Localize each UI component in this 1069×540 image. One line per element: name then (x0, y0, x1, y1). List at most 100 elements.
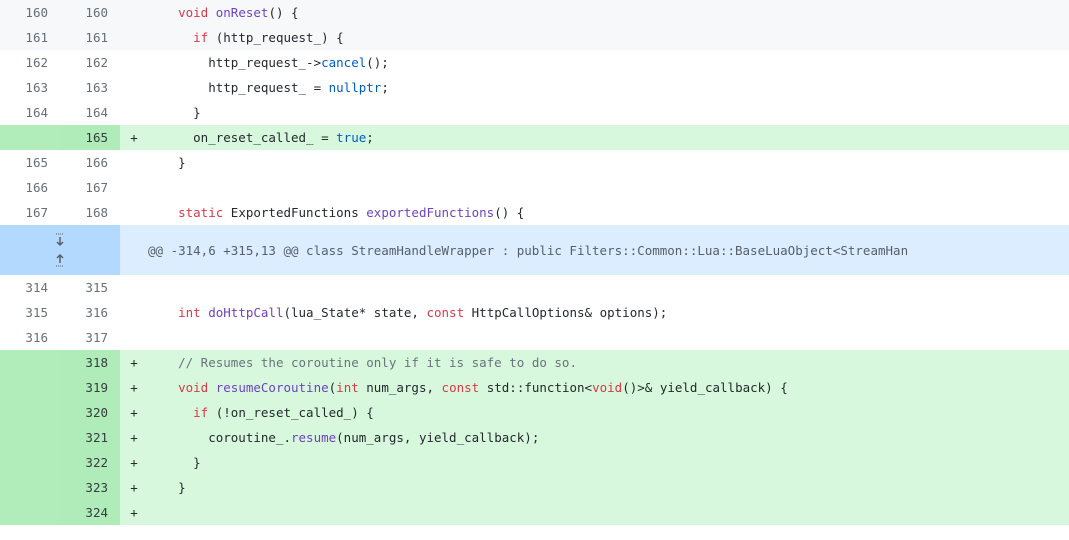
diff-marker (120, 200, 148, 225)
diff-hunk-bottom: 314 315 315 316 int doHttpCall(lua_State* s… (0, 275, 1069, 525)
code-token: on_reset_called_ = (148, 130, 337, 145)
new-line-number[interactable]: 165 (60, 125, 120, 150)
new-line-number[interactable]: 324 (60, 500, 120, 525)
new-line-number[interactable]: 164 (60, 100, 120, 125)
new-line-number[interactable]: 168 (60, 200, 120, 225)
code-token: (num_args, yield_callback); (336, 430, 540, 445)
diff-line-added: 322 + } (0, 450, 1069, 475)
diff-marker (120, 275, 148, 300)
old-line-number[interactable] (0, 500, 60, 525)
old-line-number[interactable]: 160 (0, 0, 60, 25)
code-token: std::function< (479, 380, 593, 395)
code-token: cancel (321, 55, 367, 70)
diff-line-context: 160 160 void onReset() { (0, 0, 1069, 25)
old-line-number[interactable] (0, 400, 60, 425)
diff-line-added: 318 + // Resumes the coroutine only if it… (0, 350, 1069, 375)
old-line-number[interactable] (0, 375, 60, 400)
diff-marker (120, 175, 148, 200)
diff-line-added: 323 + } (0, 475, 1069, 500)
code-line: static ExportedFunctions exportedFunctio… (148, 200, 1069, 225)
new-line-number[interactable]: 167 (60, 175, 120, 200)
diff-marker: + (120, 375, 148, 400)
new-line-number[interactable]: 323 (60, 475, 120, 500)
diff-hunk-top: 160 160 void onReset() {161 161 if (http_r… (0, 0, 1069, 225)
hunk-header-text: @@ -314,6 +315,13 @@ class StreamHandleW… (148, 242, 909, 258)
code-token: ()>& yield_callback) { (622, 380, 788, 395)
old-line-number[interactable] (0, 475, 60, 500)
new-line-number[interactable]: 166 (60, 150, 120, 175)
diff-line-added: 324 + (0, 500, 1069, 525)
old-line-number[interactable]: 316 (0, 325, 60, 350)
diff-line-context: 163 163 http_request_ = nullptr; (0, 75, 1069, 100)
old-line-number[interactable]: 315 (0, 300, 60, 325)
code-token: static (178, 205, 224, 220)
code-line: coroutine_.resume(num_args, yield_callba… (148, 425, 1069, 450)
old-line-number[interactable] (0, 350, 60, 375)
new-line-number[interactable]: 321 (60, 425, 120, 450)
code-token: int (178, 305, 201, 320)
code-token: ; (381, 80, 389, 95)
diff-marker (120, 25, 148, 50)
old-line-number[interactable]: 166 (0, 175, 60, 200)
code-line: } (148, 450, 1069, 475)
diff-line-context: 315 316 int doHttpCall(lua_State* state, … (0, 300, 1069, 325)
code-token: const (441, 380, 480, 395)
code-line: int doHttpCall(lua_State* state, const H… (148, 300, 1069, 325)
code-token: num_args, (358, 380, 442, 395)
old-line-number[interactable]: 167 (0, 200, 60, 225)
code-token: coroutine_. (148, 430, 291, 445)
new-line-number[interactable]: 161 (60, 25, 120, 50)
code-line: } (148, 475, 1069, 500)
old-line-number[interactable] (0, 125, 60, 150)
code-token: resumeCoroutine (215, 380, 329, 395)
diff-line-context: 165 166 } (0, 150, 1069, 175)
code-line (148, 500, 1069, 525)
diff-line-context: 314 315 (0, 275, 1069, 300)
old-line-number[interactable]: 161 (0, 25, 60, 50)
diff-marker (120, 300, 148, 325)
new-line-number[interactable]: 318 (60, 350, 120, 375)
diff-line-added: 320 + if (!on_reset_called_) { (0, 400, 1069, 425)
diff-line-added: 321 + coroutine_.resume(num_args, yield_c… (0, 425, 1069, 450)
code-token: } (148, 155, 186, 170)
diff-marker: + (120, 350, 148, 375)
code-line: } (148, 100, 1069, 125)
old-line-number[interactable] (0, 450, 60, 475)
code-line: void resumeCoroutine(int num_args, const… (148, 375, 1069, 400)
new-line-number[interactable]: 160 (60, 0, 120, 25)
new-line-number[interactable]: 317 (60, 325, 120, 350)
new-line-number[interactable]: 162 (60, 50, 120, 75)
code-token: HttpCallOptions& options); (464, 305, 668, 320)
old-line-number[interactable]: 314 (0, 275, 60, 300)
fold-down-icon[interactable] (53, 233, 67, 247)
new-line-number[interactable]: 320 (60, 400, 120, 425)
code-token: int (336, 380, 359, 395)
code-token: void (592, 380, 623, 395)
code-line: http_request_->cancel(); (148, 50, 1069, 75)
diff-marker (120, 325, 148, 350)
diff-line-context: 316 317 (0, 325, 1069, 350)
code-line: } (148, 150, 1069, 175)
old-line-number[interactable]: 165 (0, 150, 60, 175)
new-line-number[interactable]: 163 (60, 75, 120, 100)
code-token: () { (494, 205, 525, 220)
old-line-number[interactable]: 162 (0, 50, 60, 75)
new-line-number[interactable]: 315 (60, 275, 120, 300)
new-line-number[interactable]: 316 (60, 300, 120, 325)
code-token: nullptr (328, 80, 382, 95)
code-line: if (http_request_) { (148, 25, 1069, 50)
old-line-number[interactable]: 164 (0, 100, 60, 125)
old-line-number[interactable] (0, 425, 60, 450)
fold-up-icon[interactable] (53, 253, 67, 267)
old-line-number[interactable]: 163 (0, 75, 60, 100)
diff-marker (120, 0, 148, 25)
new-line-number[interactable]: 322 (60, 450, 120, 475)
new-line-number[interactable]: 319 (60, 375, 120, 400)
